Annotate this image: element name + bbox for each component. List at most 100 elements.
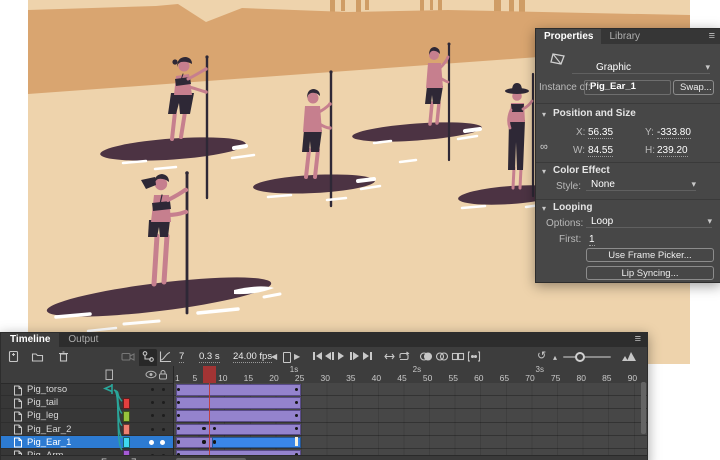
frames-row[interactable]: [174, 396, 647, 409]
zoom-out-frames-icon[interactable]: ▴: [553, 353, 557, 362]
current-frame-box-icon[interactable]: [283, 352, 291, 363]
onion-skin-previous-icon[interactable]: ◀: [271, 352, 277, 361]
layer-row[interactable]: Pig_Ear_2: [1, 423, 173, 436]
layer-row[interactable]: Pig_torso: [1, 383, 173, 396]
use-frame-picker-button[interactable]: Use Frame Picker...: [586, 248, 714, 262]
frames-row[interactable]: [174, 423, 647, 436]
current-frame-value[interactable]: 7: [179, 351, 184, 363]
rig-color-swatch: [123, 424, 130, 435]
layer-visibility-dot[interactable]: [149, 440, 154, 445]
tab-timeline[interactable]: Timeline: [1, 333, 59, 347]
selected-frames[interactable]: [212, 437, 301, 449]
elapsed-time-value[interactable]: 0.3 s: [199, 351, 220, 363]
section-looping: Looping: [553, 202, 592, 213]
keyframe-dot[interactable]: [295, 401, 298, 404]
keyframe-dot[interactable]: [295, 388, 298, 391]
show-parenting-view-button[interactable]: [139, 349, 157, 367]
symbol-type-value: Graphic: [572, 62, 631, 73]
frames-rows[interactable]: [174, 383, 647, 456]
w-label: W:: [573, 145, 585, 156]
zoom-in-frames-icon[interactable]: [621, 351, 637, 365]
tween-span[interactable]: [176, 397, 301, 409]
frame-rate-value[interactable]: 24.00 fps: [233, 351, 272, 363]
playhead[interactable]: [203, 366, 216, 383]
rig-cell[interactable]: [101, 423, 141, 435]
onion-skin-next-icon[interactable]: ▶: [294, 352, 300, 361]
options-label: Options:: [546, 218, 583, 229]
swap-button[interactable]: Swap...: [673, 80, 714, 95]
first-frame-value[interactable]: 1: [589, 234, 595, 246]
h-value[interactable]: 239.20: [657, 145, 688, 157]
frames-area[interactable]: 1s2s3s1510152025303540455055606570758085…: [174, 366, 647, 456]
frames-row[interactable]: [174, 436, 647, 449]
style-dropdown[interactable]: None ▾: [586, 176, 696, 191]
tween-span[interactable]: [176, 410, 301, 422]
center-frame-button[interactable]: [383, 350, 396, 366]
lip-syncing-button[interactable]: Lip Syncing...: [586, 266, 714, 280]
layer-lock-dot[interactable]: [160, 440, 165, 445]
tab-library[interactable]: Library: [601, 29, 648, 44]
onion-skin-button[interactable]: [419, 350, 433, 366]
divider: [536, 162, 720, 163]
layer-visibility-dot[interactable]: [151, 414, 154, 417]
graph-editor-button[interactable]: [159, 350, 172, 366]
step-forward-button[interactable]: [350, 352, 359, 360]
onion-skin-outlines-button[interactable]: [435, 350, 449, 366]
timeline-zoom-slider[interactable]: [563, 356, 611, 358]
play-button[interactable]: [338, 352, 344, 360]
frames-row[interactable]: [174, 383, 647, 396]
w-value[interactable]: 84.55: [588, 145, 613, 157]
tween-span[interactable]: [176, 384, 301, 396]
panel-menu-icon[interactable]: ≡: [709, 30, 715, 42]
rig-cell[interactable]: [101, 396, 141, 408]
layer-row[interactable]: Pig_tail: [1, 396, 173, 409]
collapse-triangle-icon[interactable]: ▾: [542, 204, 546, 213]
timeline-zoom-knob[interactable]: [575, 352, 585, 362]
eye-icon[interactable]: [145, 370, 157, 379]
layer-visibility-dot[interactable]: [151, 428, 154, 431]
edit-multiple-frames-button[interactable]: [451, 350, 465, 366]
new-layer-button[interactable]: [7, 350, 20, 366]
collapse-triangle-icon[interactable]: ▾: [542, 167, 546, 176]
collapse-triangle-icon[interactable]: ▾: [542, 110, 546, 119]
layer-lock-dot[interactable]: [162, 388, 165, 391]
rig-cell[interactable]: [101, 383, 141, 395]
layer-lock-dot[interactable]: [162, 428, 165, 431]
step-back-button[interactable]: [325, 352, 334, 360]
layer-row[interactable]: Pig_Ear_1: [1, 436, 173, 449]
rig-cell[interactable]: [101, 409, 141, 421]
y-value[interactable]: -333.80: [657, 127, 691, 139]
layer-visibility-dot[interactable]: [151, 388, 154, 391]
vertical-scrollbar[interactable]: [641, 382, 646, 434]
rig-cell[interactable]: [101, 436, 141, 448]
link-width-height-icon[interactable]: ∞: [540, 141, 548, 153]
layer-visibility-dot[interactable]: [151, 401, 154, 404]
looping-options-dropdown[interactable]: Loop ▾: [586, 213, 712, 228]
layer-lock-dot[interactable]: [162, 414, 165, 417]
layer-name: Pig_torso: [27, 384, 67, 395]
modify-markers-button[interactable]: [467, 350, 481, 366]
tween-span[interactable]: [176, 424, 301, 436]
layer-row[interactable]: Pig_leg: [1, 409, 173, 422]
tab-properties[interactable]: Properties: [536, 29, 601, 44]
rig-color-swatch: [123, 398, 130, 409]
frames-row[interactable]: [174, 409, 647, 422]
instance-name-field[interactable]: Pig_Ear_1: [584, 80, 671, 95]
go-to-first-frame-button[interactable]: [313, 352, 322, 360]
camera-icon[interactable]: [121, 350, 135, 366]
loop-playback-button[interactable]: [397, 350, 411, 366]
delete-layer-button[interactable]: [57, 350, 70, 366]
symbol-type-dropdown[interactable]: Graphic ▾: [572, 59, 710, 74]
lock-icon[interactable]: [158, 369, 168, 380]
keyframe-dot[interactable]: [202, 440, 205, 443]
go-to-last-frame-button[interactable]: [363, 352, 372, 360]
new-folder-button[interactable]: [31, 350, 44, 366]
layer-lock-dot[interactable]: [162, 401, 165, 404]
reset-timeline-zoom-icon[interactable]: ↺: [537, 349, 546, 362]
keyframe-dot[interactable]: [177, 440, 180, 443]
tab-output[interactable]: Output: [59, 333, 107, 347]
frames-ruler[interactable]: 1s2s3s1510152025303540455055606570758085…: [174, 366, 647, 384]
keyframe-dot[interactable]: [213, 440, 216, 443]
panel-menu-icon[interactable]: ≡: [635, 333, 641, 345]
x-value[interactable]: 56.35: [588, 127, 613, 139]
